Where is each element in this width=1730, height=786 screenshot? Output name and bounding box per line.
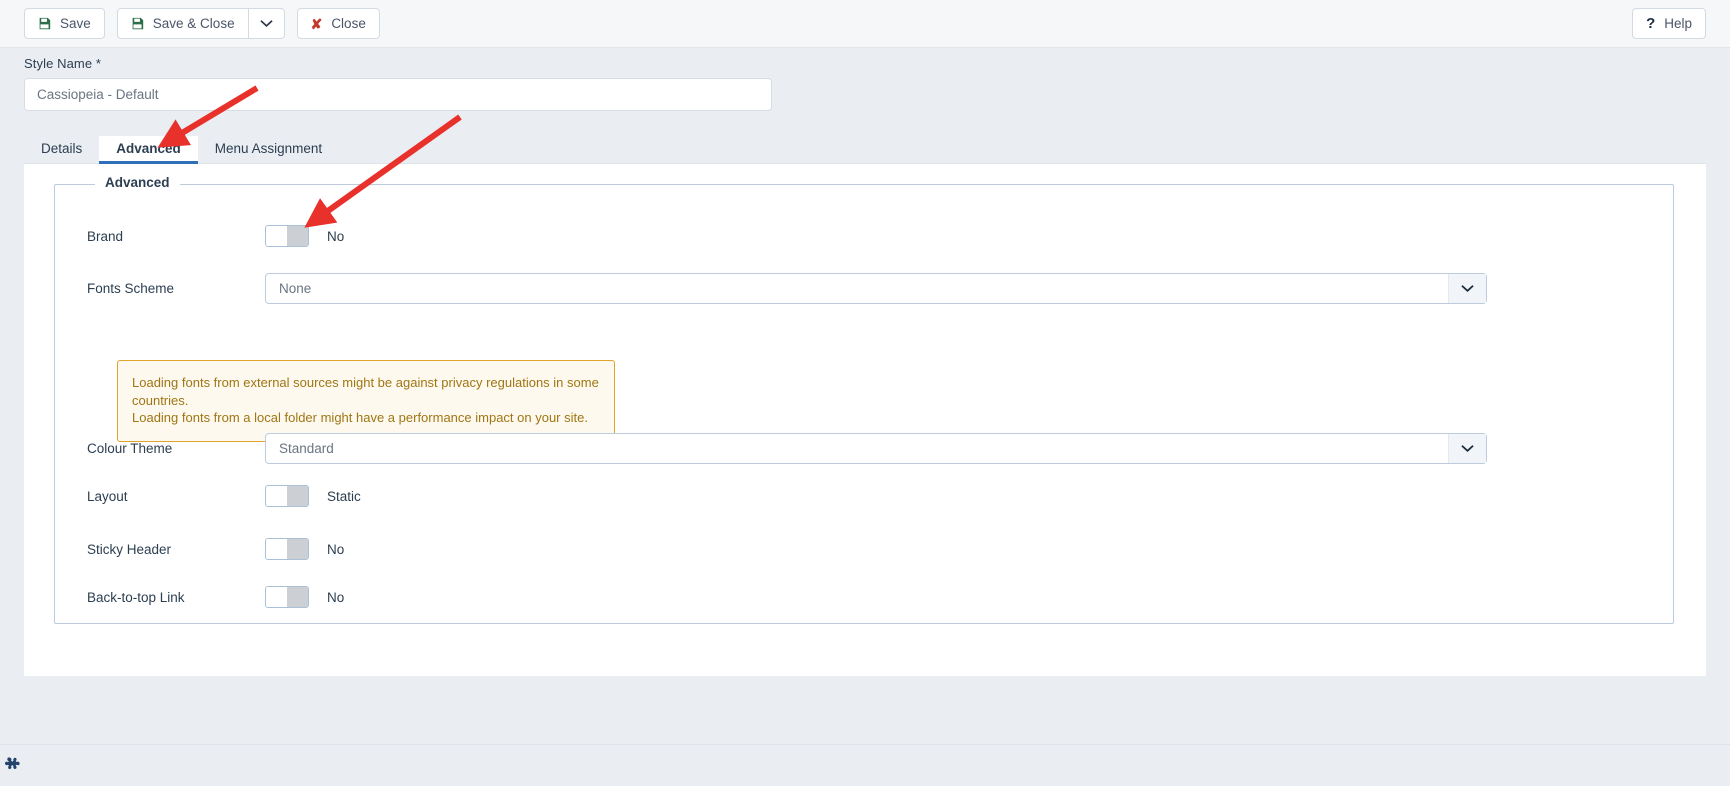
close-button-label: Close bbox=[331, 16, 366, 31]
row-fonts-scheme-label: Fonts Scheme bbox=[87, 281, 175, 296]
tab-details[interactable]: Details bbox=[24, 136, 99, 164]
tab-bar: Details Advanced Menu Assignment bbox=[24, 136, 1706, 164]
toggle-knob bbox=[287, 587, 308, 607]
fonts-privacy-notice-line-2: Loading fonts from a local folder might … bbox=[132, 410, 588, 426]
fonts-scheme-value: None bbox=[279, 281, 312, 296]
joomla-logo-icon bbox=[2, 754, 24, 776]
floppy-disk-icon bbox=[131, 17, 144, 30]
row-layout: Layout Static bbox=[87, 485, 361, 507]
row-back-to-top-link-label: Back-to-top Link bbox=[87, 589, 185, 605]
brand-toggle[interactable] bbox=[265, 225, 309, 247]
fonts-privacy-notice-line-1: Loading fonts from external sources migh… bbox=[132, 375, 599, 408]
tab-menu-assignment[interactable]: Menu Assignment bbox=[198, 136, 339, 164]
toolbar-left-group: Save Save & Close ✘ Close bbox=[24, 8, 380, 39]
question-mark-icon: ? bbox=[1646, 15, 1656, 32]
toggle-track-off bbox=[266, 486, 287, 506]
back-to-top-link-toggle[interactable] bbox=[265, 586, 309, 608]
save-button[interactable]: Save bbox=[24, 8, 105, 39]
chevron-down-icon bbox=[1448, 434, 1486, 463]
close-button[interactable]: ✘ Close bbox=[296, 8, 380, 39]
toolbar-right-group: ? Help bbox=[1632, 8, 1706, 39]
advanced-fieldset-legend: Advanced bbox=[95, 175, 180, 190]
brand-toggle-state: No bbox=[327, 228, 345, 244]
help-button[interactable]: ? Help bbox=[1632, 8, 1706, 39]
chevron-down-icon bbox=[1448, 274, 1486, 303]
row-brand: Brand No bbox=[87, 225, 344, 247]
save-dropdown-toggle[interactable] bbox=[248, 8, 285, 39]
back-to-top-link-toggle-state: No bbox=[327, 589, 345, 605]
layout-toggle[interactable] bbox=[265, 485, 309, 507]
advanced-fieldset: Advanced Brand No Fonts Scheme None Load… bbox=[54, 175, 1674, 624]
floppy-disk-icon bbox=[38, 17, 51, 30]
save-and-close-button-label: Save & Close bbox=[152, 16, 235, 31]
chevron-down-icon bbox=[259, 19, 273, 28]
fonts-privacy-notice: Loading fonts from external sources migh… bbox=[117, 360, 615, 442]
layout-toggle-state: Static bbox=[327, 488, 361, 504]
row-fonts-scheme: Fonts Scheme None bbox=[87, 273, 1487, 304]
toggle-knob bbox=[287, 539, 308, 559]
footer bbox=[0, 744, 1730, 786]
save-and-close-button[interactable]: Save & Close bbox=[116, 8, 249, 39]
row-back-to-top-link: Back-to-top Link No bbox=[87, 586, 344, 608]
row-colour-theme: Colour Theme Standard bbox=[87, 433, 1487, 464]
toolbar: Save Save & Close ✘ Close ? Help bbox=[0, 0, 1730, 48]
help-button-label: Help bbox=[1664, 16, 1692, 31]
style-name-field-group: Style Name * bbox=[24, 56, 772, 111]
save-close-button-group: Save & Close bbox=[116, 8, 285, 39]
toggle-knob bbox=[287, 486, 308, 506]
toggle-track-off bbox=[266, 539, 287, 559]
toggle-knob bbox=[287, 226, 308, 246]
sticky-header-toggle[interactable] bbox=[265, 538, 309, 560]
style-name-label: Style Name * bbox=[24, 56, 102, 71]
style-name-input[interactable] bbox=[24, 78, 772, 111]
sticky-header-toggle-state: No bbox=[327, 541, 345, 557]
tab-advanced[interactable]: Advanced bbox=[99, 136, 198, 164]
row-sticky-header-label: Sticky Header bbox=[87, 541, 172, 557]
advanced-panel: Advanced Brand No Fonts Scheme None Load… bbox=[24, 164, 1706, 676]
toggle-track-off bbox=[266, 587, 287, 607]
row-layout-label: Layout bbox=[87, 488, 128, 504]
fonts-scheme-select[interactable]: None bbox=[265, 273, 1487, 304]
colour-theme-value: Standard bbox=[279, 441, 334, 456]
toggle-track-off bbox=[266, 226, 287, 246]
row-brand-label: Brand bbox=[87, 228, 124, 244]
x-icon: ✘ bbox=[310, 15, 323, 32]
row-sticky-header: Sticky Header No bbox=[87, 538, 344, 560]
save-button-label: Save bbox=[60, 16, 91, 31]
colour-theme-select[interactable]: Standard bbox=[265, 433, 1487, 464]
row-colour-theme-label: Colour Theme bbox=[87, 441, 173, 456]
